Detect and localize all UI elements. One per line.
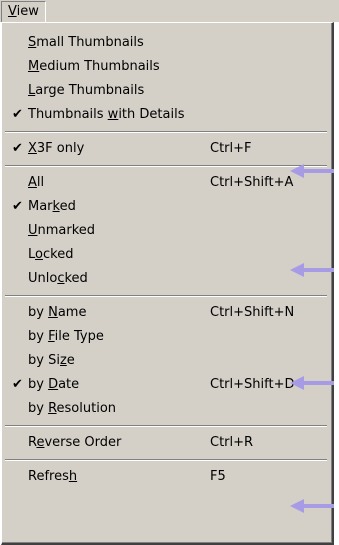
menu-item-shortcut: F5 (210, 469, 226, 484)
menu-item-locked[interactable]: Locked (2, 243, 332, 267)
menu-item-large-thumbnails[interactable]: Large Thumbnails (2, 79, 332, 103)
check-icon: ✔ (12, 199, 23, 214)
menu-item-shortcut: Ctrl+F (210, 141, 252, 156)
menu-item-small-thumbnails[interactable]: Small Thumbnails (2, 31, 332, 55)
menu-item-label: Unmarked (28, 223, 96, 238)
menu-item-reverse-order[interactable]: Reverse Order Ctrl+R (2, 431, 332, 455)
menu-item-label: Small Thumbnails (28, 35, 144, 50)
menu-item-thumbnails-with-details[interactable]: ✔ Thumbnails with Details (2, 103, 332, 127)
menu-item-label: Large Thumbnails (28, 83, 145, 98)
menu-item-label: by Size (28, 353, 75, 368)
menu-item-by-file-type[interactable]: by File Type (2, 325, 332, 349)
menu-item-label: Refresh (28, 469, 78, 484)
menu-bar: View (0, 0, 339, 22)
menu-separator (5, 459, 327, 461)
menu-item-unmarked[interactable]: Unmarked (2, 219, 332, 243)
menu-item-label: Unlocked (28, 271, 88, 286)
menu-item-by-date[interactable]: ✔ by Date Ctrl+Shift+D (2, 373, 332, 397)
menu-item-shortcut: Ctrl+Shift+N (210, 305, 295, 320)
menu-separator (5, 425, 327, 427)
check-icon: ✔ (12, 107, 23, 122)
menu-item-shortcut: Ctrl+Shift+D (210, 377, 295, 392)
menu-item-by-resolution[interactable]: by Resolution (2, 397, 332, 421)
menu-separator (5, 131, 327, 133)
menu-item-label: by Resolution (28, 401, 117, 416)
menu-item-label: Locked (28, 247, 74, 262)
menu-item-by-name[interactable]: by Name Ctrl+Shift+N (2, 301, 332, 325)
menu-item-shortcut: Ctrl+R (210, 435, 254, 450)
menu-item-label: Thumbnails with Details (28, 107, 185, 122)
menu-item-label: Medium Thumbnails (28, 59, 160, 74)
left-arrow-icon (290, 376, 334, 390)
menu-item-marked[interactable]: ✔ Marked (2, 195, 332, 219)
view-menu-dropdown: Small Thumbnails Medium Thumbnails Large T… (1, 22, 334, 545)
left-arrow-icon (290, 164, 334, 178)
menu-item-label: Reverse Order (28, 435, 122, 450)
menu-item-label: Marked (28, 199, 76, 214)
left-arrow-icon (290, 499, 334, 513)
menu-title-label: View (8, 4, 39, 19)
left-arrow-icon (290, 263, 334, 277)
menu-title-view[interactable]: View (1, 1, 46, 22)
check-icon: ✔ (12, 141, 23, 156)
menu-item-medium-thumbnails[interactable]: Medium Thumbnails (2, 55, 332, 79)
menu-separator (5, 295, 327, 297)
menu-item-label: X3F only (28, 141, 85, 156)
check-icon: ✔ (12, 377, 23, 392)
menu-separator (5, 165, 327, 167)
menu-item-all[interactable]: All Ctrl+Shift+A (2, 171, 332, 195)
menu-item-by-size[interactable]: by Size (2, 349, 332, 373)
menu-item-unlocked[interactable]: Unlocked (2, 267, 332, 291)
menu-item-label: by File Type (28, 329, 104, 344)
menu-item-label: by Name (28, 305, 87, 320)
menu-item-label: All (28, 175, 45, 190)
menu-item-x3f-only[interactable]: ✔ X3F only Ctrl+F (2, 137, 332, 161)
menu-item-shortcut: Ctrl+Shift+A (210, 175, 294, 190)
menu-item-label: by Date (28, 377, 80, 392)
menu-item-refresh[interactable]: Refresh F5 (2, 465, 332, 489)
